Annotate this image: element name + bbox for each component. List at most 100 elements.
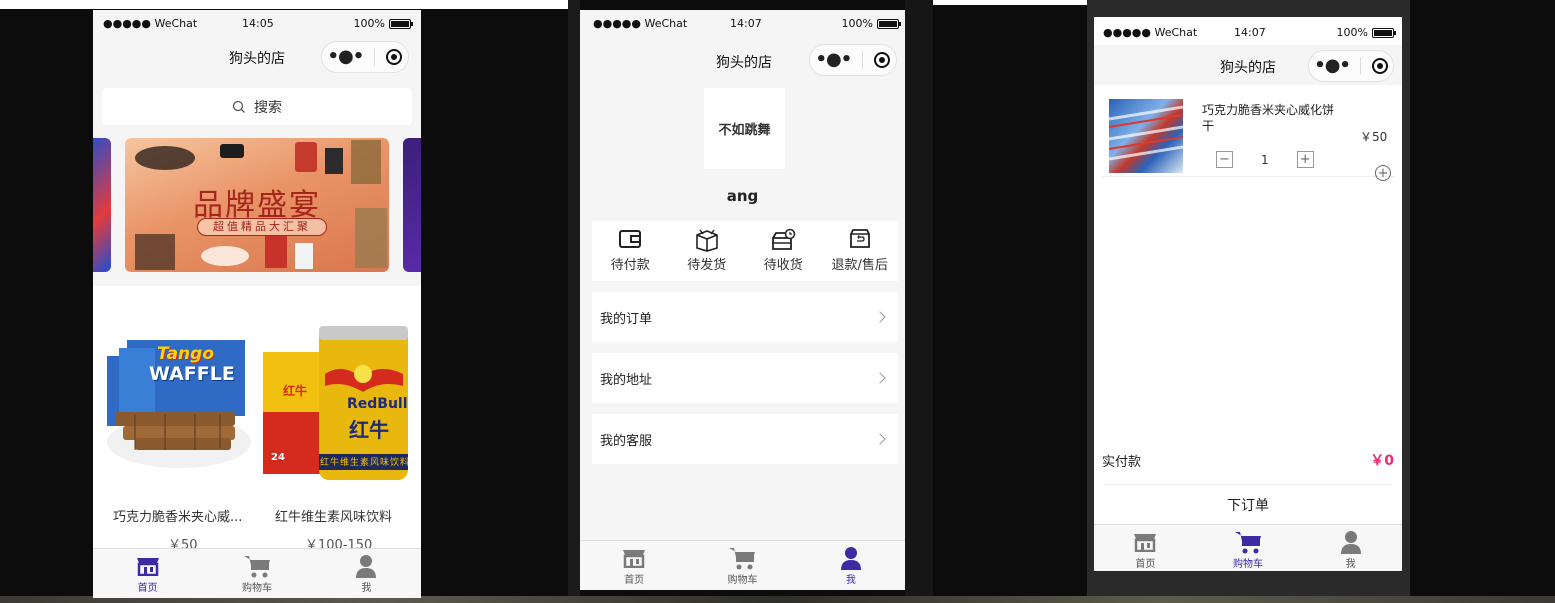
store-icon	[1133, 529, 1157, 555]
signal-indicator: ●●●●● WeChat	[103, 17, 198, 30]
cart-icon	[1234, 529, 1262, 555]
quantity-value: 1	[1261, 152, 1269, 167]
tab-bar: 首页 购物车 我	[93, 548, 421, 598]
miniprogram-capsule[interactable]: •●•	[321, 41, 409, 73]
tab-me-label: 我	[361, 583, 372, 594]
submit-order-button[interactable]: 下订单	[1104, 484, 1392, 524]
search-bar[interactable]: 搜索	[102, 88, 412, 125]
total-value: ￥0	[1370, 453, 1394, 469]
increase-button[interactable]: +	[1296, 151, 1314, 168]
quantity-stepper: − 1 +	[1216, 151, 1314, 168]
tab-cart-label: 购物车	[241, 583, 272, 594]
user-icon	[356, 553, 377, 579]
tab-bar: 首页 购物车 我	[1094, 524, 1402, 571]
product-name[interactable]: 红牛维生素风味饮料	[275, 506, 392, 525]
menu-my-orders[interactable]: 我的订单	[592, 292, 898, 342]
window-gap-2	[905, 0, 933, 603]
refund-icon	[848, 228, 872, 254]
tab-home[interactable]: 首页	[1094, 525, 1197, 571]
battery-icon	[389, 18, 413, 29]
capsule-divider	[862, 51, 864, 69]
tab-cart-label: 购物车	[1233, 559, 1263, 570]
banner-next-slide[interactable]	[403, 138, 421, 272]
clock: 14:07	[1234, 26, 1266, 39]
status-bar: ●●●●● WeChat 14:05 100%	[93, 10, 421, 38]
cart-icon	[243, 553, 271, 579]
tab-cart[interactable]: 购物车	[1197, 525, 1300, 571]
banner-prev-slide[interactable]	[93, 138, 111, 272]
banner-slide[interactable]: 品牌盛宴 超值精品大汇聚	[125, 138, 389, 272]
order-pending-receipt[interactable]: 待收货	[745, 221, 822, 281]
close-target-icon[interactable]	[386, 49, 403, 65]
phone-profile: ●●●●● WeChat 14:07 100% 狗头的店 •●• 不如跳舞 an…	[580, 10, 905, 590]
tab-me-label: 我	[1345, 559, 1356, 570]
tab-me-label: 我	[845, 575, 856, 586]
menu-my-address[interactable]: 我的地址	[592, 353, 898, 403]
cart-item-image[interactable]	[1108, 99, 1184, 173]
search-icon	[232, 100, 245, 113]
box-icon	[694, 228, 720, 254]
store-icon	[622, 545, 646, 571]
battery-percent: 100%	[353, 17, 385, 30]
miniprogram-capsule[interactable]: •●•	[1308, 50, 1394, 82]
menu-label: 我的订单	[600, 311, 653, 327]
more-icon[interactable]: •●•	[328, 48, 365, 66]
order-pending-shipment[interactable]: 待发货	[669, 221, 746, 281]
product-image-tango[interactable]: Tango WAFFLE	[105, 330, 253, 480]
user-icon	[1340, 529, 1361, 555]
menu-customer-service[interactable]: 我的客服	[592, 414, 898, 464]
product-image-redbull[interactable]: RedBull 红牛 红牛 24 红牛维生素风味饮料	[263, 326, 408, 482]
chevron-right-icon	[874, 311, 886, 323]
order-label: 待发货	[687, 258, 727, 273]
decrease-button[interactable]: −	[1216, 151, 1233, 168]
order-refund[interactable]: 退款/售后	[822, 221, 899, 281]
tab-me[interactable]: 我	[312, 549, 421, 598]
miniprogram-capsule[interactable]: •●•	[809, 44, 897, 76]
tab-cart[interactable]: 购物车	[688, 541, 796, 590]
banner-subtitle: 超值精品大汇聚	[197, 218, 327, 236]
total-label: 实付款	[1102, 455, 1142, 470]
menu-label: 我的客服	[600, 433, 653, 449]
tab-home[interactable]: 首页	[580, 541, 688, 590]
capsule-divider	[1360, 57, 1362, 75]
more-icon[interactable]: •●•	[816, 51, 853, 69]
order-label: 退款/售后	[831, 258, 888, 273]
search-placeholder: 搜索	[254, 99, 282, 116]
desktop-window-edge-2	[933, 0, 1093, 5]
cart-icon	[728, 545, 756, 571]
order-status-bar: 待付款 待发货 待收货 退款/售后	[592, 221, 898, 281]
close-target-icon[interactable]	[874, 52, 891, 68]
wallet-icon	[618, 228, 642, 254]
tab-cart[interactable]: 购物车	[202, 549, 311, 598]
close-target-icon[interactable]	[1371, 58, 1388, 74]
delivery-icon	[770, 228, 796, 254]
battery-indicator: 100%	[1337, 26, 1396, 39]
window-gap	[568, 0, 580, 603]
clock: 14:05	[242, 17, 274, 30]
add-circle-icon[interactable]: +	[1375, 165, 1391, 181]
redbull-cn-text: 红牛	[349, 418, 389, 442]
more-icon[interactable]: •●•	[1314, 57, 1351, 75]
tab-me[interactable]: 我	[797, 541, 905, 590]
username: ang	[726, 187, 759, 205]
battery-percent: 100%	[841, 17, 873, 30]
tab-home[interactable]: 首页	[93, 549, 202, 598]
redbull-brand: RedBull	[347, 396, 408, 412]
avatar[interactable]: 不如跳舞	[704, 88, 785, 169]
store-icon	[136, 553, 160, 579]
battery-indicator: 100%	[841, 17, 901, 30]
product-name[interactable]: 巧克力脆香米夹心威...	[113, 506, 242, 525]
cart-item-name: 巧克力脆香米夹心威化饼干	[1202, 103, 1335, 133]
battery-indicator: 100%	[353, 17, 413, 30]
tab-home-label: 首页	[1135, 559, 1156, 570]
signal-indicator: ●●●●● WeChat	[593, 17, 688, 30]
tab-cart-label: 购物车	[727, 575, 758, 586]
tango-waffle-text: WAFFLE	[149, 363, 235, 385]
tab-me[interactable]: 我	[1299, 525, 1402, 571]
page-title: 狗头的店	[716, 55, 772, 71]
phone-home: ●●●●● WeChat 14:05 100% 狗头的店 •●• 搜索 品牌盛宴…	[93, 10, 421, 598]
order-pending-payment[interactable]: 待付款	[592, 221, 669, 281]
user-icon	[840, 545, 861, 571]
cart-item-thumbnail	[1108, 105, 1184, 161]
redbull-can-label: 红牛维生素风味饮料	[320, 458, 408, 468]
